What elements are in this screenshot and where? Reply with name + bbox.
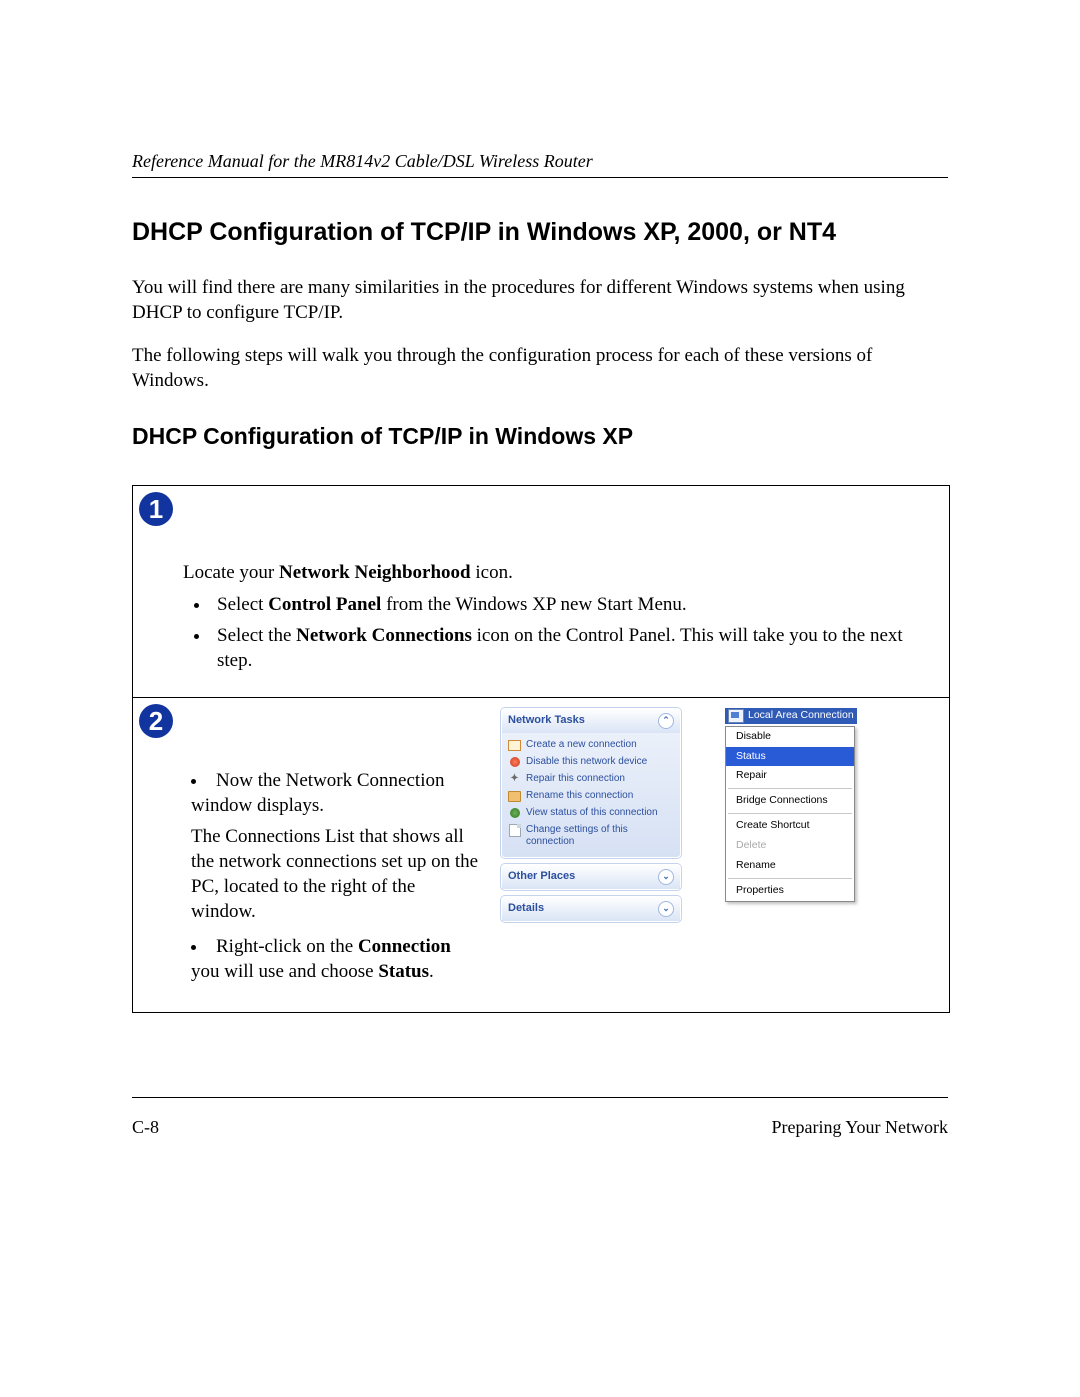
lan-connection-selected[interactable]: Local Area Connection	[725, 708, 857, 724]
step-1-row: 1 Locate your Network Neighborhood icon.…	[133, 486, 949, 696]
text: icon.	[471, 562, 513, 583]
text-bold: Network Neighborhood	[279, 562, 471, 583]
running-head: Reference Manual for the MR814v2 Cable/D…	[132, 150, 948, 178]
context-menu: Disable Status Repair Bridge Connections…	[725, 726, 855, 902]
repair-icon: ✦	[508, 773, 521, 786]
label: Repair this connection	[526, 773, 625, 786]
lan-icon	[728, 709, 744, 723]
xp-task-repair[interactable]: ✦ Repair this connection	[508, 771, 674, 788]
xp-group-other-places: Other Places ⌄	[501, 864, 681, 890]
lan-label: Local Area Connection	[748, 709, 854, 723]
chevron-down-icon[interactable]: ⌄	[658, 869, 674, 885]
ctx-separator	[728, 813, 852, 814]
xp-group-details: Details ⌄	[501, 896, 681, 922]
page-number: C-8	[132, 1116, 159, 1140]
step-2-bullet-2: Right-click on the Connection you will u…	[191, 934, 483, 984]
text-bold: Network Connections	[296, 625, 472, 646]
text: Now the Network Connection window displa…	[191, 770, 444, 816]
section-title: DHCP Configuration of TCP/IP in Windows …	[132, 216, 948, 249]
text: from the Windows XP new Start Menu.	[381, 594, 686, 615]
label: Create a new connection	[526, 739, 637, 752]
xp-task-create-connection[interactable]: Create a new connection	[508, 737, 674, 754]
label: Disable this network device	[526, 756, 647, 769]
text: you will use and choose	[191, 961, 378, 982]
chevron-down-icon[interactable]: ⌄	[658, 901, 674, 917]
ctx-item-rename[interactable]: Rename	[726, 856, 854, 876]
ctx-item-disable[interactable]: Disable	[726, 727, 854, 747]
text: Select the	[217, 625, 296, 646]
step-1-badge: 1	[139, 492, 173, 526]
rename-icon	[508, 790, 521, 803]
xp-task-disable-device[interactable]: Disable this network device	[508, 754, 674, 771]
xp-task-rename[interactable]: Rename this connection	[508, 788, 674, 805]
text: Right-click on the	[216, 936, 358, 957]
step-2-bullet-1: Now the Network Connection window displa…	[191, 768, 483, 924]
step-1-bullet-2: Select the Network Connections icon on t…	[211, 623, 935, 673]
step-2-row: 2 Now the Network Connection window disp…	[133, 697, 949, 1013]
new-connection-icon	[508, 739, 521, 752]
text: .	[429, 961, 434, 982]
ctx-separator	[728, 878, 852, 879]
label: View status of this connection	[526, 807, 658, 820]
xp-sidebar: Network Tasks ⌃ Create a new connection …	[501, 708, 681, 928]
step-1-lead: Locate your Network Neighborhood icon.	[183, 560, 935, 585]
xp-task-change-settings[interactable]: Change settings of this connection	[508, 822, 674, 851]
xp-connection-area: Local Area Connection Disable Status Rep…	[725, 708, 857, 928]
xp-group-title: Network Tasks	[508, 713, 585, 728]
chevron-up-icon[interactable]: ⌃	[658, 713, 674, 729]
ctx-item-properties[interactable]: Properties	[726, 881, 854, 901]
ctx-item-shortcut[interactable]: Create Shortcut	[726, 816, 854, 836]
xp-group-title: Other Places	[508, 869, 575, 884]
xp-group-network-tasks: Network Tasks ⌃ Create a new connection …	[501, 708, 681, 858]
text: Select	[217, 594, 268, 615]
xp-task-view-status[interactable]: View status of this connection	[508, 805, 674, 822]
xp-group-title: Details	[508, 901, 544, 916]
label: Rename this connection	[526, 790, 633, 803]
page-footer: C-8 Preparing Your Network	[132, 1097, 948, 1140]
intro-paragraph-2: The following steps will walk you throug…	[132, 343, 948, 393]
ctx-item-bridge[interactable]: Bridge Connections	[726, 791, 854, 811]
chapter-name: Preparing Your Network	[772, 1116, 948, 1140]
step-1-bullet-1: Select Control Panel from the Windows XP…	[211, 592, 935, 617]
subsection-title: DHCP Configuration of TCP/IP in Windows …	[132, 421, 948, 451]
disable-icon	[508, 756, 521, 769]
text-bold: Connection	[358, 936, 451, 957]
text-bold: Control Panel	[268, 594, 381, 615]
ctx-item-status[interactable]: Status	[726, 747, 854, 767]
ctx-separator	[728, 788, 852, 789]
ctx-item-repair[interactable]: Repair	[726, 766, 854, 786]
step-2-badge: 2	[139, 704, 173, 738]
intro-paragraph-1: You will find there are many similaritie…	[132, 275, 948, 325]
steps-table: 1 Locate your Network Neighborhood icon.…	[132, 485, 950, 1013]
text: The Connections List that shows all the …	[191, 824, 483, 924]
settings-icon	[508, 824, 521, 837]
ctx-item-delete: Delete	[726, 836, 854, 856]
label: Change settings of this connection	[526, 824, 674, 849]
status-icon	[508, 807, 521, 820]
text-bold: Status	[378, 961, 429, 982]
text: Locate your	[183, 562, 279, 583]
